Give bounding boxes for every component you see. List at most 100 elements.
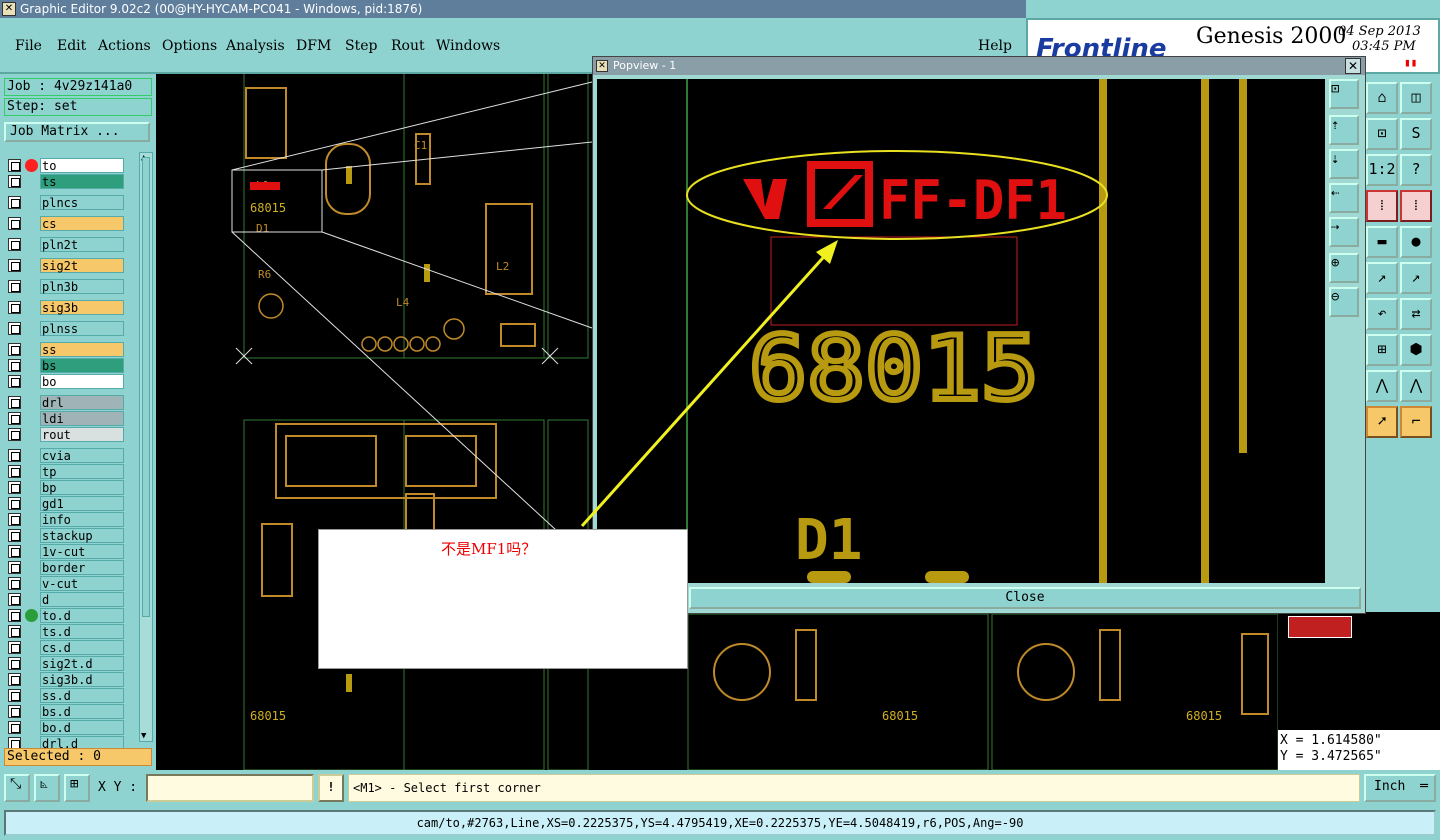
- layer-checkbox[interactable]: [8, 217, 21, 230]
- layer-checkbox[interactable]: [8, 593, 21, 606]
- layer-row-bs[interactable]: bs: [6, 358, 124, 373]
- layer-checkbox[interactable]: [8, 428, 21, 441]
- job-matrix-button[interactable]: Job Matrix ...: [4, 122, 150, 142]
- layer-row-sig3b.d[interactable]: sig3b.d: [6, 672, 124, 687]
- layer-checkbox[interactable]: [8, 159, 21, 172]
- menu-step[interactable]: Step: [345, 38, 377, 54]
- layer-name[interactable]: drl: [40, 395, 124, 410]
- layer-checkbox[interactable]: [8, 561, 21, 574]
- layer-row-ts[interactable]: ts: [6, 174, 124, 189]
- popview-pan-left-button[interactable]: ⇠: [1329, 183, 1359, 213]
- layer-scrollbar[interactable]: ▲ ▼: [139, 152, 153, 742]
- layer-checkbox[interactable]: [8, 705, 21, 718]
- layer-name[interactable]: tp: [40, 464, 124, 479]
- layer-checkbox[interactable]: [8, 513, 21, 526]
- layer-name[interactable]: cvia: [40, 448, 124, 463]
- layer-checkbox[interactable]: [8, 301, 21, 314]
- scroll-thumb[interactable]: [142, 157, 150, 617]
- scroll-down-icon[interactable]: ▼: [141, 731, 146, 741]
- layer-name[interactable]: plnss: [40, 321, 124, 336]
- layer-name[interactable]: ss: [40, 342, 124, 357]
- tool-layers-a-button[interactable]: ⁞: [1366, 190, 1398, 222]
- layer-checkbox[interactable]: [8, 465, 21, 478]
- menu-dfm[interactable]: DFM: [296, 38, 331, 54]
- tool-connect-button[interactable]: ⌐: [1400, 406, 1432, 438]
- layer-row-to.d[interactable]: to.d: [6, 608, 124, 623]
- layer-name[interactable]: plncs: [40, 195, 124, 210]
- tool-flip-button[interactable]: ⇄: [1400, 298, 1432, 330]
- layer-name[interactable]: to.d: [40, 608, 124, 623]
- tool-group-button[interactable]: ⬢: [1400, 334, 1432, 366]
- layer-name[interactable]: d: [40, 592, 124, 607]
- layer-name[interactable]: bp: [40, 480, 124, 495]
- popview-pan-down-button[interactable]: ⇣: [1329, 149, 1359, 179]
- layer-row-cs[interactable]: cs: [6, 216, 124, 231]
- layer-row-cvia[interactable]: cvia: [6, 448, 124, 463]
- layer-name[interactable]: gd1: [40, 496, 124, 511]
- layer-row-d[interactable]: d: [6, 592, 124, 607]
- popview-pan-up-button[interactable]: ⇡: [1329, 115, 1359, 145]
- layer-checkbox[interactable]: [8, 689, 21, 702]
- menu-windows[interactable]: Windows: [436, 38, 500, 54]
- popview-zoom-in-button[interactable]: ⊕: [1329, 253, 1359, 283]
- menu-analysis[interactable]: Analysis: [226, 38, 285, 54]
- layer-name[interactable]: stackup: [40, 528, 124, 543]
- layer-row-pln3b[interactable]: pln3b: [6, 279, 124, 294]
- layer-checkbox[interactable]: [8, 545, 21, 558]
- tool-undo-button[interactable]: ↶: [1366, 298, 1398, 330]
- menu-file[interactable]: File: [15, 38, 42, 54]
- tool-zoom-fit-button[interactable]: ⊡: [1366, 118, 1398, 150]
- alert-button[interactable]: !: [318, 774, 344, 802]
- layer-row-v-cut[interactable]: v-cut: [6, 576, 124, 591]
- tool-help-button[interactable]: ?: [1400, 154, 1432, 186]
- layer-name[interactable]: ts.d: [40, 624, 124, 639]
- tool-arc-b-button[interactable]: ⋀: [1400, 370, 1432, 402]
- layer-checkbox[interactable]: [8, 577, 21, 590]
- tool-scale-button[interactable]: 1:2: [1366, 154, 1398, 186]
- layer-name[interactable]: cs.d: [40, 640, 124, 655]
- layer-checkbox[interactable]: [8, 481, 21, 494]
- layer-row-1v-cut[interactable]: 1v-cut: [6, 544, 124, 559]
- measure-button[interactable]: ⦝: [34, 774, 60, 802]
- layer-name[interactable]: bo: [40, 374, 124, 389]
- layer-checkbox[interactable]: [8, 721, 21, 734]
- layer-row-bo.d[interactable]: bo.d: [6, 720, 124, 735]
- layer-row-rout[interactable]: rout: [6, 427, 124, 442]
- layer-row-bp[interactable]: bp: [6, 480, 124, 495]
- tool-arc-a-button[interactable]: ⋀: [1366, 370, 1398, 402]
- units-selector[interactable]: Inch ═: [1364, 774, 1436, 802]
- layer-checkbox[interactable]: [8, 625, 21, 638]
- layer-checkbox[interactable]: [8, 673, 21, 686]
- layer-row-plnss[interactable]: plnss: [6, 321, 124, 336]
- layer-checkbox[interactable]: [8, 359, 21, 372]
- layer-name[interactable]: cs: [40, 216, 124, 231]
- layer-row-tp[interactable]: tp: [6, 464, 124, 479]
- layer-row-cs.d[interactable]: cs.d: [6, 640, 124, 655]
- popview-pan-right-button[interactable]: ⇢: [1329, 217, 1359, 247]
- layer-row-info[interactable]: info: [6, 512, 124, 527]
- layer-row-sig2t[interactable]: sig2t: [6, 258, 124, 273]
- menu-actions[interactable]: Actions: [98, 38, 151, 54]
- layer-checkbox[interactable]: [8, 449, 21, 462]
- layer-name[interactable]: rout: [40, 427, 124, 442]
- layer-checkbox[interactable]: [8, 322, 21, 335]
- layer-name[interactable]: sig3b.d: [40, 672, 124, 687]
- layer-name[interactable]: v-cut: [40, 576, 124, 591]
- layer-checkbox[interactable]: [8, 529, 21, 542]
- layer-row-plncs[interactable]: plncs: [6, 195, 124, 210]
- layer-name[interactable]: sig2t.d: [40, 656, 124, 671]
- tool-route-b-button[interactable]: ↗: [1400, 262, 1432, 294]
- tool-move-button[interactable]: ⊞: [1366, 334, 1398, 366]
- layer-name[interactable]: 1v-cut: [40, 544, 124, 559]
- layer-name[interactable]: info: [40, 512, 124, 527]
- popview-zoom-out-button[interactable]: ⊖: [1329, 287, 1359, 317]
- layer-row-sig2t.d[interactable]: sig2t.d: [6, 656, 124, 671]
- layer-name[interactable]: bo.d: [40, 720, 124, 735]
- tool-split-view-button[interactable]: ◫: [1400, 82, 1432, 114]
- layer-row-stackup[interactable]: stackup: [6, 528, 124, 543]
- layer-name[interactable]: pln3b: [40, 279, 124, 294]
- layer-checkbox[interactable]: [8, 175, 21, 188]
- layer-checkbox[interactable]: [8, 375, 21, 388]
- popview-close-icon[interactable]: ✕: [1345, 58, 1361, 74]
- layer-row-ss.d[interactable]: ss.d: [6, 688, 124, 703]
